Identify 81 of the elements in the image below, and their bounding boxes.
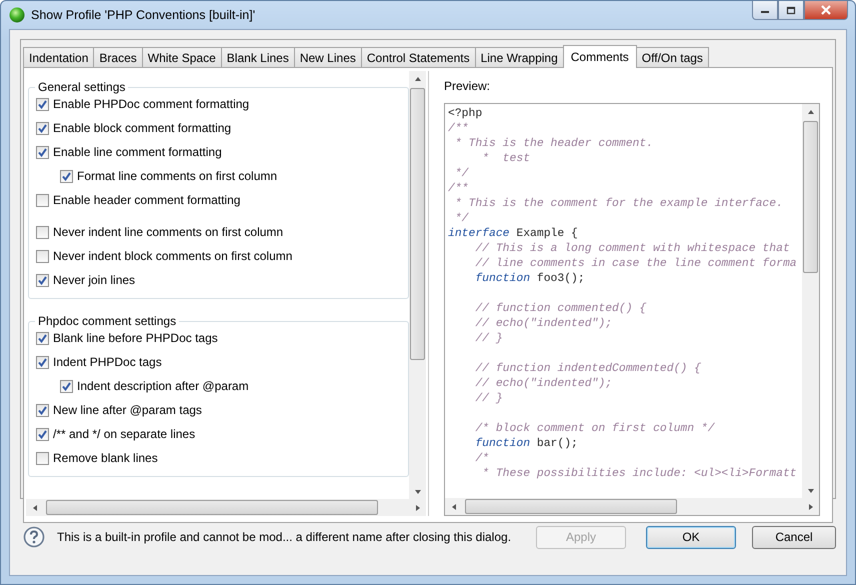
code-line: * These possibilities include: <ul><li>Formatt (481, 467, 798, 482)
tab[interactable]: Off/On tags (636, 47, 709, 67)
dialog-button[interactable]: OK (646, 526, 736, 548)
tab[interactable]: Line Wrapping (474, 47, 564, 67)
code-line: /** (448, 122, 470, 137)
group-title: Phpdoc comment settings (35, 314, 180, 328)
code-line: /** (448, 182, 470, 197)
checkbox[interactable] (36, 404, 49, 416)
checkbox-label[interactable]: New line after @param tags (53, 403, 202, 417)
checkbox-label[interactable]: /** and */ on separate lines (53, 427, 196, 441)
close-button[interactable] (804, 1, 848, 20)
checkbox[interactable] (36, 274, 49, 286)
tab[interactable]: Control Statements (360, 47, 476, 67)
maximize-icon (786, 6, 796, 14)
checkbox[interactable] (60, 170, 73, 182)
code-line: * test (481, 152, 532, 167)
code-line: /* (474, 452, 490, 467)
scroll-arrow-icon[interactable] (30, 504, 38, 512)
code-line: // function commented() { (474, 302, 648, 317)
checkbox-label[interactable]: Indent description after @param (77, 379, 249, 393)
checkbox[interactable] (36, 428, 49, 440)
horizontal-scrollbar[interactable] (445, 498, 819, 515)
checkbox[interactable] (36, 332, 49, 344)
code-line: // function indentedCommented() { (474, 362, 702, 377)
checkbox[interactable] (36, 250, 49, 262)
code-line: <?php (448, 107, 484, 122)
checkbox[interactable] (36, 122, 49, 134)
scroll-arrow-icon[interactable] (450, 502, 458, 510)
checkbox[interactable] (60, 380, 73, 392)
help-icon (23, 526, 45, 548)
code-line: function bar(); (474, 437, 579, 452)
code-line: */ (454, 167, 470, 182)
code-line: interface Example { (448, 227, 579, 242)
code-line: * This is the comment for the example interface. (454, 197, 784, 212)
checkbox[interactable] (36, 194, 49, 206)
code-line: // echo("indented"); (474, 317, 614, 332)
code-line: // This is a long comment with whitespace that (474, 242, 791, 257)
close-icon (820, 5, 832, 15)
checkbox[interactable] (36, 452, 49, 464)
checkbox-label[interactable]: Enable PHPDoc comment formatting (53, 97, 250, 111)
code-line: */ (454, 212, 470, 227)
code-line: // } (474, 392, 504, 407)
code-line: // } (474, 332, 504, 347)
tab[interactable]: Blank Lines (220, 47, 295, 67)
tab[interactable]: Indentation (23, 47, 94, 67)
code-line: function foo3(); (474, 272, 586, 287)
tab[interactable]: Comments (562, 45, 637, 68)
checkbox-label[interactable]: Never join lines (53, 273, 136, 287)
checkbox-label[interactable]: Enable block comment formatting (53, 121, 232, 135)
group-title: General settings (35, 80, 128, 94)
code-line: /* block comment on first column */ (474, 422, 716, 437)
tab[interactable]: New Lines (294, 47, 362, 67)
code-line: // line comments in case the line comment forma (474, 257, 798, 272)
minimize-button[interactable] (752, 1, 778, 20)
horizontal-scrollbar[interactable] (26, 499, 426, 516)
checkbox-label[interactable]: Format line comments on first column (77, 169, 278, 183)
checkbox[interactable] (36, 356, 49, 368)
checkbox-label[interactable]: Indent PHPDoc tags (53, 355, 162, 369)
checkbox[interactable] (36, 146, 49, 158)
vertical-scrollbar[interactable] (409, 71, 426, 499)
tab[interactable]: White Space (142, 47, 222, 67)
preview-label: Preview: (444, 79, 492, 93)
maximize-button[interactable] (778, 1, 804, 20)
checkbox-label[interactable]: Enable header comment formatting (53, 193, 240, 207)
scroll-arrow-icon[interactable] (806, 108, 814, 116)
info-message: This is a built-in profile and cannot be mod... a different name after closing this dialog. (57, 530, 512, 544)
checkbox[interactable] (36, 226, 49, 238)
app-icon (9, 7, 25, 23)
scroll-arrow-icon[interactable] (414, 74, 422, 82)
vertical-scrollbar[interactable] (802, 104, 819, 498)
dialog-button[interactable]: Cancel (752, 526, 836, 548)
tab[interactable]: Braces (93, 47, 143, 67)
checkbox-label[interactable]: Blank line before PHPDoc tags (53, 331, 218, 345)
checkbox[interactable] (36, 98, 49, 110)
checkbox-label[interactable]: Enable line comment formatting (53, 145, 222, 159)
checkbox-label[interactable]: Never indent line comments on first column (53, 225, 284, 239)
checkbox-label[interactable]: Remove blank lines (53, 451, 158, 465)
window-title: Show Profile 'PHP Conventions [built-in]' (31, 8, 256, 22)
code-line: // echo("indented"); (474, 377, 614, 392)
checkbox-label[interactable]: Never indent block comments on first column (53, 249, 292, 263)
code-line: * This is the header comment. (454, 137, 654, 152)
